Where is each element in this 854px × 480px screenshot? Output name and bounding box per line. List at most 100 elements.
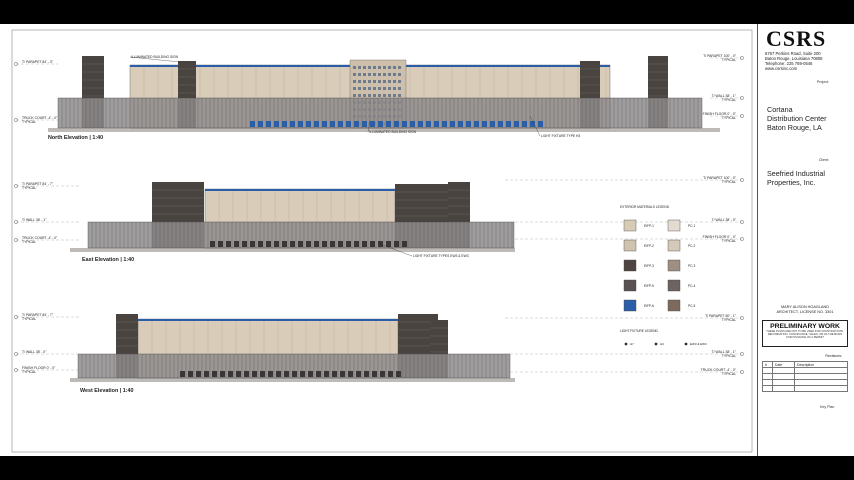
architect-line: ARCHITECT, LICENSE NO. 3301 — [776, 309, 834, 314]
dock-door — [180, 371, 185, 377]
client-line: Seefried Industrial — [767, 169, 825, 178]
elevation-title: West Elevation | 1:40 — [80, 388, 134, 394]
window — [373, 66, 376, 69]
level-tag: TYPICAL — [722, 98, 736, 102]
dock-door — [386, 121, 391, 127]
level-tag: T/ PARAPET 84' - 3" — [22, 60, 54, 64]
window — [388, 87, 391, 90]
legend-code: EIFP-3 — [644, 264, 654, 268]
dock-door — [370, 241, 375, 247]
dock-door — [490, 121, 495, 127]
dock-door — [290, 121, 295, 127]
architect-stamp: MARY ALISON HOAGLAND ARCHITECT, LICENSE … — [760, 305, 850, 315]
window — [353, 94, 356, 97]
window — [378, 73, 381, 76]
level-tag: TYPICAL — [22, 186, 36, 190]
dock-door — [306, 241, 311, 247]
dock-door — [242, 241, 247, 247]
dock-door — [314, 241, 319, 247]
level-tag: T/ WALL 38' - 1" — [22, 218, 47, 222]
elevation-drawing: T/ PARAPET 84' - 3"TRUCK COURT -4' - 0"T… — [14, 54, 744, 141]
window — [388, 94, 391, 97]
window — [388, 80, 391, 83]
dock-door — [210, 241, 215, 247]
dock-door — [506, 121, 511, 127]
dock-door — [250, 241, 255, 247]
window — [368, 80, 371, 83]
window — [363, 73, 366, 76]
dock-door — [386, 241, 391, 247]
elevation-drawing: T/ PARAPET 84' - 7"TYPICALT/ WALL 38' - … — [14, 313, 744, 394]
dock-door — [266, 121, 271, 127]
dock-door — [244, 371, 249, 377]
legend-code: PC-5 — [688, 304, 695, 308]
window — [358, 87, 361, 90]
dock-door — [338, 241, 343, 247]
dock-door — [322, 241, 327, 247]
dock-door — [236, 371, 241, 377]
parapet-cap — [205, 189, 395, 191]
dock-door — [234, 241, 239, 247]
dock-door — [458, 121, 463, 127]
window — [398, 73, 401, 76]
light-fixture-symbol — [624, 342, 628, 346]
dock-door — [530, 121, 535, 127]
dock-door — [212, 371, 217, 377]
legend-swatch — [667, 279, 681, 292]
dock-door — [258, 241, 263, 247]
window — [383, 94, 386, 97]
preliminary-work-box: PRELIMINARY WORK THESE PLANS ARE NOT TO … — [762, 320, 848, 347]
level-tag: T/ WALL 38' - 0" — [712, 218, 737, 222]
dock-door — [340, 371, 345, 377]
dock-door — [362, 121, 367, 127]
dock-door — [250, 121, 255, 127]
window — [383, 73, 386, 76]
legend-title: EXTERIOR MATERIALS LEGEND — [620, 205, 670, 209]
window — [393, 73, 396, 76]
dock-door — [402, 121, 407, 127]
dock-door — [314, 121, 319, 127]
dock-door — [218, 241, 223, 247]
dock-door — [402, 241, 407, 247]
window — [398, 94, 401, 97]
legend-swatch — [667, 299, 681, 312]
light-legend-title: LIGHT FIXTURE LEGEND — [620, 329, 659, 333]
legend-code: EIFP-2 — [644, 244, 654, 248]
parapet-cap — [138, 319, 398, 321]
dock-door — [348, 371, 353, 377]
window — [358, 80, 361, 83]
grade-band — [70, 378, 515, 382]
light-fixture-code: H7 — [630, 342, 634, 346]
callout-text: ILLUMINATED BUILDING SIGN — [131, 55, 179, 59]
dock-door — [442, 121, 447, 127]
dock-door — [252, 371, 257, 377]
window — [373, 73, 376, 76]
window — [373, 87, 376, 90]
window — [368, 73, 371, 76]
dock-door — [378, 121, 383, 127]
dock-door — [274, 121, 279, 127]
level-tag: TYPICAL — [22, 370, 36, 374]
dock-door — [306, 121, 311, 127]
dock-door — [260, 371, 265, 377]
client-name: Seefried Industrial Properties, Inc. — [767, 169, 825, 187]
revisions-table: Revisions: # Date Description — [762, 354, 848, 392]
window — [373, 94, 376, 97]
legend-code: PC-3 — [688, 264, 695, 268]
window — [358, 73, 361, 76]
project-name: Cortana Distribution Center Baton Rouge,… — [767, 105, 827, 132]
window — [398, 66, 401, 69]
window — [353, 80, 356, 83]
window — [393, 80, 396, 83]
window — [358, 94, 361, 97]
callout-text: LIGHT FIXTURE TYPE H3 — [541, 134, 580, 138]
dock-door — [474, 121, 479, 127]
window — [383, 80, 386, 83]
dock-door — [204, 371, 209, 377]
callout-text: LIGHT FIXTURE TYPES EW3 & EW3 — [413, 254, 469, 258]
level-tag: TYPICAL — [722, 180, 736, 184]
window — [378, 66, 381, 69]
title-block: CSRS 6767 Perkins Road, Suite 200 Baton … — [757, 24, 854, 456]
light-fixture-code: EW3 & EW3 — [690, 342, 707, 346]
dock-door — [322, 121, 327, 127]
